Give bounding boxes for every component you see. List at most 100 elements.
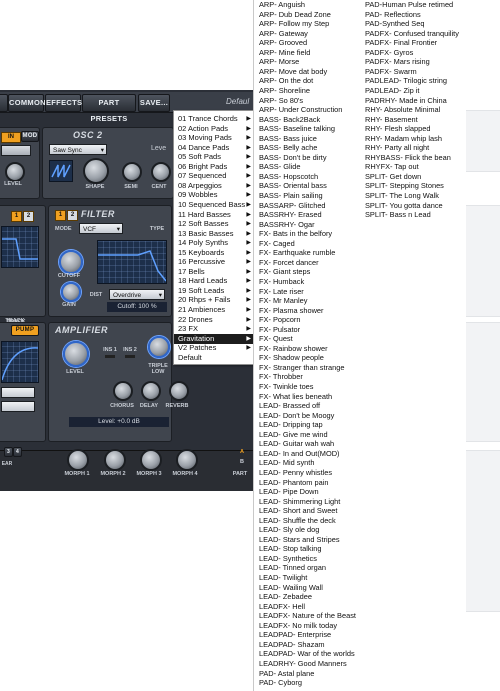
preset-item[interactable]: LEAD- Don't be Moogy — [259, 411, 334, 421]
morph-1-knob[interactable] — [67, 449, 89, 471]
preset-item[interactable]: SPLIT- Stepping Stones — [365, 181, 444, 191]
preset-item[interactable]: PADLEAD- Zip it — [365, 86, 419, 96]
preset-item[interactable]: SPLIT- Get down — [365, 172, 421, 182]
preset-item[interactable]: LEAD- Short and Sweet — [259, 506, 337, 516]
preset-item[interactable]: ARP- Gateway — [259, 29, 308, 39]
filter-button-2[interactable]: 2 — [67, 210, 78, 221]
preset-item[interactable]: BASSRHY- Erased — [259, 210, 322, 220]
tab-part-presets[interactable]: PART PRESETS — [82, 94, 136, 123]
preset-item[interactable]: FX- Throbber — [259, 372, 303, 382]
osc1-level-knob[interactable] — [5, 162, 25, 182]
amp-reverb-knob[interactable] — [169, 381, 189, 401]
preset-item[interactable]: LEAD- Tinned organ — [259, 563, 326, 573]
preset-item[interactable]: PADFX- Gyros — [365, 48, 413, 58]
preset-item[interactable]: BASS- Plain sailing — [259, 191, 323, 201]
preset-item[interactable]: BASS- Hopscotch — [259, 172, 318, 182]
left-button-2[interactable]: 2 — [23, 211, 34, 222]
osc2-shape-knob[interactable] — [83, 158, 109, 184]
preset-item[interactable]: RHY- Flesh slapped — [365, 124, 430, 134]
preset-item[interactable]: LEAD- Zebadee — [259, 592, 312, 602]
preset-item[interactable]: LEADFX- Nature of the Beast — [259, 611, 356, 621]
amp-ins1-slider[interactable] — [105, 355, 115, 358]
preset-item[interactable]: LEAD- Shuffle the deck — [259, 516, 336, 526]
preset-item[interactable]: FX- Earthquake rumble — [259, 248, 335, 258]
preset-item[interactable]: LEAD- Give me wind — [259, 430, 328, 440]
preset-item[interactable]: PADFX- Final Frontier — [365, 38, 437, 48]
preset-item[interactable]: FX- Stranger than strange — [259, 363, 344, 373]
preset-item[interactable]: LEAD- Stars and Stripes — [259, 535, 340, 545]
preset-item[interactable]: PAD-Synthed Seq — [365, 19, 424, 29]
osc2-semi-knob[interactable] — [122, 162, 142, 182]
part-letter-a[interactable]: A — [238, 449, 246, 455]
preset-item[interactable]: SPLIT- The Long Walk — [365, 191, 439, 201]
osc-mod-button[interactable]: MOD — [21, 131, 39, 142]
preset-item[interactable]: RHY- Basement — [365, 115, 418, 125]
preset-item[interactable]: FX- Humback — [259, 277, 304, 287]
preset-item[interactable]: LEAD- Phantom pain — [259, 478, 328, 488]
morph-3-knob[interactable] — [140, 449, 162, 471]
amp-chorus-knob[interactable] — [113, 381, 133, 401]
tab-effects[interactable]: EFFECTS — [45, 94, 82, 112]
preset-item[interactable]: FX- Mr Manley — [259, 296, 307, 306]
preset-item[interactable]: PAD- Astal plane — [259, 669, 314, 679]
preset-item[interactable]: ARP- Move dat body — [259, 67, 327, 77]
save-button[interactable]: SAVE... — [138, 94, 170, 112]
preset-item[interactable]: PADFX- Mars rising — [365, 57, 430, 67]
preset-item[interactable]: LEADFX- Hell — [259, 602, 305, 612]
preset-item[interactable]: ARP- On the dot — [259, 76, 313, 86]
preset-item[interactable]: LEAD- Dripping tap — [259, 420, 323, 430]
preset-item[interactable]: LEAD- Guitar wah wah — [259, 439, 334, 449]
preset-item[interactable]: BASS- Belly ache — [259, 143, 317, 153]
preset-item[interactable]: BASSRHY- Ogar — [259, 220, 315, 230]
preset-item[interactable]: LEAD- Brassed off — [259, 401, 320, 411]
preset-item[interactable]: LEAD- Penny whistles — [259, 468, 332, 478]
amp-triple-knob[interactable] — [148, 336, 170, 358]
preset-item[interactable]: BASS- Don't be dirty — [259, 153, 327, 163]
preset-item[interactable]: FX- Pulsator — [259, 325, 300, 335]
preset-item[interactable]: ARP- Morse — [259, 57, 299, 67]
filter-cutoff-knob[interactable] — [59, 250, 83, 274]
preset-item[interactable]: ARP- Grooved — [259, 38, 307, 48]
preset-item[interactable]: BASS- Oriental bass — [259, 181, 327, 191]
osc-in-button[interactable]: IN — [1, 132, 21, 143]
morph-side-4[interactable]: 4 — [13, 447, 22, 457]
pump-select[interactable] — [1, 387, 35, 398]
preset-item[interactable]: PADFX- Confused tranquility — [365, 29, 459, 39]
preset-item[interactable]: BASS- Baseline talking — [259, 124, 335, 134]
filter-dist-select[interactable]: Overdrive ▾ — [109, 289, 165, 300]
amp-level-knob[interactable] — [63, 341, 89, 367]
preset-item[interactable]: ARP- Follow my Step — [259, 19, 329, 29]
filter-button-1[interactable]: 1 — [55, 210, 66, 221]
morph-4-knob[interactable] — [176, 449, 198, 471]
preset-item[interactable]: FX- Plasma shower — [259, 306, 323, 316]
preset-item[interactable]: SPLIT- You gotta dance — [365, 201, 443, 211]
preset-item[interactable]: LEAD- Wailing Wall — [259, 583, 323, 593]
preset-item[interactable]: RHYFX- Tap out — [365, 162, 419, 172]
preset-item[interactable]: LEAD- Mid synth — [259, 458, 314, 468]
preset-item[interactable]: LEADPAD- Enterprise — [259, 630, 331, 640]
preset-item[interactable]: ARP- Under Construction — [259, 105, 342, 115]
preset-item[interactable]: LEAD- Twilight — [259, 573, 307, 583]
preset-item[interactable]: FX- Giant steps — [259, 267, 310, 277]
preset-item[interactable]: FX- Late riser — [259, 287, 304, 297]
preset-item[interactable]: RHY- Absolute Minimal — [365, 105, 440, 115]
toolbar-edge-button[interactable] — [0, 94, 8, 112]
morph-2-knob[interactable] — [104, 449, 126, 471]
preset-item[interactable]: BASSARP- Glitched — [259, 201, 326, 211]
preset-item[interactable]: RHY- Party all night — [365, 143, 429, 153]
preset-item[interactable]: LEADPAD- Shazam — [259, 640, 325, 650]
pump-select-2[interactable] — [1, 401, 35, 412]
filter-gain-knob[interactable] — [61, 282, 81, 302]
preset-item[interactable]: LEADPAD- War of the worlds — [259, 649, 355, 659]
preset-item[interactable]: ARP- Anguish — [259, 0, 305, 10]
preset-item[interactable]: FX- What lies beneath — [259, 392, 332, 402]
preset-item[interactable]: FX- Caged — [259, 239, 295, 249]
preset-item[interactable]: FX- Bats in the belfory — [259, 229, 332, 239]
preset-item[interactable]: BASS- Back2Back — [259, 115, 320, 125]
preset-item[interactable]: PADLEAD- Trilogic string — [365, 76, 447, 86]
preset-item[interactable]: LEAD- In and Out(MOD) — [259, 449, 340, 459]
preset-item[interactable]: PADRHY- Made in China — [365, 96, 447, 106]
preset-item[interactable]: LEAD- Pipe Down — [259, 487, 319, 497]
preset-item[interactable]: LEAD- Stop talking — [259, 544, 321, 554]
osc1-wave-select[interactable] — [1, 145, 31, 156]
